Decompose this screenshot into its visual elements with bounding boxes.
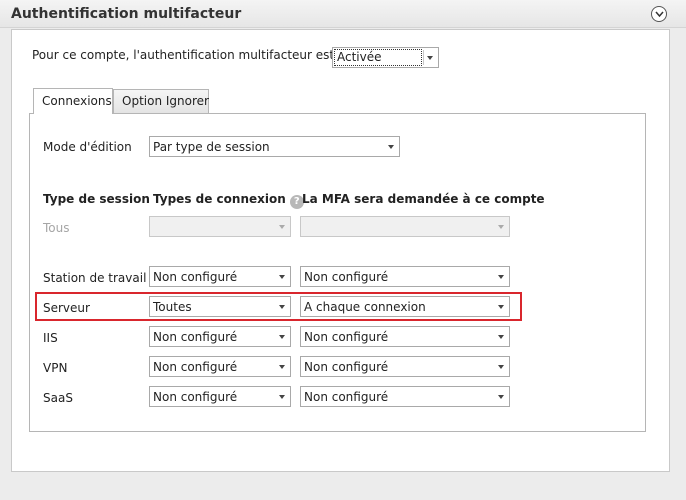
select-value: Non configuré xyxy=(153,270,238,284)
saas-mfa-select[interactable]: Non configuré xyxy=(300,386,510,407)
column-header-session-type: Type de session xyxy=(43,192,150,206)
vpn-connection-select[interactable]: Non configuré xyxy=(149,356,291,377)
dropdown-arrow-icon xyxy=(279,225,285,229)
column-header-mfa-required: La MFA sera demandée à ce compte xyxy=(302,192,545,206)
saas-connection-select[interactable]: Non configuré xyxy=(149,386,291,407)
section-header: Authentification multifacteur xyxy=(0,0,686,28)
column-header-connection-types: Types de connexion? xyxy=(153,192,304,209)
iis-connection-select[interactable]: Non configuré xyxy=(149,326,291,347)
mfa-state-label: Pour ce compte, l'authentification multi… xyxy=(32,48,335,62)
dropdown-arrow-icon xyxy=(279,335,285,339)
dropdown-arrow-icon xyxy=(279,395,285,399)
tab-option-ignorer[interactable]: Option Ignorer xyxy=(113,89,209,113)
dropdown-arrow-icon xyxy=(498,225,504,229)
select-value: Non configuré xyxy=(304,390,389,404)
select-value: Non configuré xyxy=(304,330,389,344)
dropdown-arrow-icon xyxy=(279,275,285,279)
dropdown-arrow-icon xyxy=(498,305,504,309)
serveur-connection-select[interactable]: Toutes xyxy=(149,296,291,317)
tab-connexions[interactable]: Connexions xyxy=(33,88,113,114)
row-label-iis: IIS xyxy=(43,331,58,345)
collapse-chevron-icon[interactable] xyxy=(651,6,667,22)
dropdown-arrow-icon xyxy=(498,395,504,399)
row-label-station-de-travail: Station de travail xyxy=(43,271,147,285)
row-label-saas: SaaS xyxy=(43,391,73,405)
select-value: Non configuré xyxy=(153,330,238,344)
tab-label: Connexions xyxy=(42,94,112,108)
edit-mode-select[interactable]: Par type de session xyxy=(149,136,400,157)
serveur-mfa-select[interactable]: A chaque connexion xyxy=(300,296,510,317)
station-mfa-select[interactable]: Non configuré xyxy=(300,266,510,287)
tab-label: Option Ignorer xyxy=(122,94,209,108)
mfa-state-select[interactable]: Activée xyxy=(332,47,439,68)
select-value: Non configuré xyxy=(153,390,238,404)
dropdown-arrow-icon xyxy=(498,365,504,369)
dropdown-arrow-icon xyxy=(279,365,285,369)
select-value: Toutes xyxy=(153,300,192,314)
iis-mfa-select[interactable]: Non configuré xyxy=(300,326,510,347)
select-value: Non configuré xyxy=(153,360,238,374)
select-value: Non configuré xyxy=(304,270,389,284)
section-title: Authentification multifacteur xyxy=(11,6,242,22)
mfa-state-value: Activée xyxy=(334,49,422,66)
edit-mode-value: Par type de session xyxy=(153,140,270,154)
select-value: A chaque connexion xyxy=(304,300,426,314)
dropdown-arrow-icon xyxy=(388,145,394,149)
select-divider xyxy=(423,50,424,65)
tous-connection-select[interactable] xyxy=(149,216,291,237)
station-connection-select[interactable]: Non configuré xyxy=(149,266,291,287)
row-label-serveur: Serveur xyxy=(43,301,90,315)
row-label-vpn: VPN xyxy=(43,361,68,375)
dropdown-arrow-icon xyxy=(498,275,504,279)
row-label-tous: Tous xyxy=(43,221,70,235)
select-value: Non configuré xyxy=(304,360,389,374)
edit-mode-label: Mode d'édition xyxy=(43,140,132,154)
dropdown-arrow-icon xyxy=(279,305,285,309)
dropdown-arrow-icon xyxy=(427,56,433,60)
tous-mfa-select[interactable] xyxy=(300,216,510,237)
dropdown-arrow-icon xyxy=(498,335,504,339)
column-header-label: Types de connexion xyxy=(153,192,286,206)
vpn-mfa-select[interactable]: Non configuré xyxy=(300,356,510,377)
